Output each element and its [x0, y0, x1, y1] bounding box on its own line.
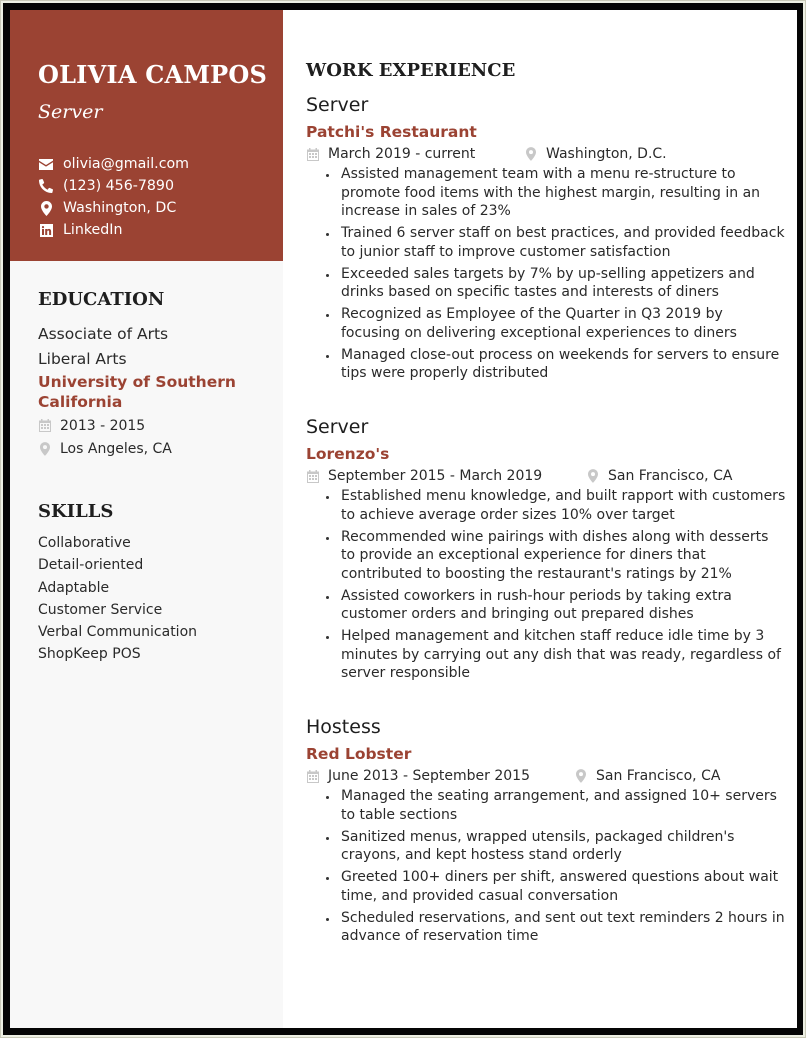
job-bullet: Assisted coworkers in rush-hour periods …: [326, 587, 786, 624]
phone-icon: [38, 178, 54, 194]
job-entry: Server Patchi's Restaurant March 2019 - …: [306, 93, 786, 386]
education-school: University of Southern California: [38, 373, 236, 411]
job-company: Patchi's Restaurant: [306, 123, 477, 141]
skill-item: Customer Service: [38, 601, 163, 618]
candidate-name: OLIVIA CAMPOS: [38, 60, 268, 89]
job-dates: September 2015 - March 2019: [328, 468, 543, 484]
job-dates: March 2019 - current: [328, 146, 476, 162]
job-bullets: Managed the seating arrangement, and ass…: [306, 787, 786, 946]
job-bullet: Recognized as Employee of the Quarter in…: [326, 305, 786, 342]
contact-linkedin-text: LinkedIn: [63, 222, 123, 238]
map-marker-icon: [38, 441, 52, 456]
envelope-icon: [38, 156, 54, 172]
page-frame: OLIVIA CAMPOS Server olivia@gmail.com (1…: [1, 1, 805, 1037]
map-marker-icon: [38, 200, 54, 216]
job-bullet: Assisted management team with a menu re-…: [326, 165, 786, 221]
job-company: Lorenzo's: [306, 445, 390, 463]
skills-list: Collaborative Detail-oriented Adaptable …: [38, 532, 197, 666]
contact-location-text: Washington, DC: [63, 200, 177, 216]
map-marker-icon: [586, 469, 600, 483]
contact-linkedin[interactable]: LinkedIn: [38, 219, 189, 241]
calendar-icon: [306, 147, 320, 161]
job-entry: Hostess Red Lobster June 2013 - Septembe…: [306, 715, 786, 949]
job-bullet: Helped management and kitchen staff redu…: [326, 627, 786, 683]
job-title: Server: [306, 416, 369, 438]
contact-phone-text: (123) 456-7890: [63, 178, 174, 194]
education-field: Liberal Arts: [38, 350, 127, 368]
skill-item: Verbal Communication: [38, 624, 198, 641]
job-location: San Francisco, CA: [608, 468, 733, 484]
job-bullet: Exceeded sales targets by 7% by up-selli…: [326, 265, 786, 302]
skill-item: Collaborative: [38, 535, 131, 551]
job-bullet: Scheduled reservations, and sent out tex…: [326, 909, 786, 946]
job-company: Red Lobster: [306, 745, 412, 763]
job-meta: June 2013 - September 2015 San Francisco…: [306, 765, 786, 787]
education-degree: Associate of Arts: [38, 325, 169, 343]
contact-email[interactable]: olivia@gmail.com: [38, 153, 189, 175]
skill-item: Adaptable: [38, 579, 110, 596]
job-location: San Francisco, CA: [596, 768, 721, 784]
contact-email-text: olivia@gmail.com: [63, 156, 189, 172]
job-bullet: Sanitized menus, wrapped utensils, packa…: [326, 828, 786, 865]
map-marker-icon: [574, 769, 588, 783]
calendar-icon: [38, 419, 52, 432]
candidate-role: Server: [38, 101, 103, 123]
education-section: Associate of Arts Liberal Arts Universit…: [38, 322, 278, 460]
calendar-icon: [306, 769, 320, 783]
education-heading: EDUCATION: [38, 289, 165, 310]
work-experience-heading: WORK EXPERIENCE: [306, 60, 516, 81]
map-marker-icon: [524, 147, 538, 161]
job-location: Washington, D.C.: [546, 146, 667, 162]
skill-item: ShopKeep POS: [38, 646, 141, 663]
sidebar: OLIVIA CAMPOS Server olivia@gmail.com (1…: [10, 10, 283, 1028]
job-bullet: Recommended wine pairings with dishes al…: [326, 528, 786, 584]
job-bullet: Established menu knowledge, and built ra…: [326, 487, 786, 524]
contact-list: olivia@gmail.com (123) 456-7890 Washingt…: [38, 153, 189, 241]
job-title: Server: [306, 94, 369, 116]
job-bullets: Established menu knowledge, and built ra…: [306, 487, 786, 683]
job-entry: Server Lorenzo's September 2015 - March …: [306, 415, 786, 686]
job-bullet: Managed close-out process on weekends fo…: [326, 346, 786, 383]
job-bullet: Managed the seating arrangement, and ass…: [326, 787, 786, 824]
education-location: Los Angeles, CA: [38, 437, 278, 460]
skill-item: Detail-oriented: [38, 557, 144, 574]
job-meta: March 2019 - current Washington, D.C.: [306, 143, 786, 165]
education-location-text: Los Angeles, CA: [60, 440, 172, 457]
education-dates-text: 2013 - 2015: [60, 417, 146, 434]
job-bullets: Assisted management team with a menu re-…: [306, 165, 786, 383]
job-title: Hostess: [306, 716, 381, 738]
contact-phone[interactable]: (123) 456-7890: [38, 175, 189, 197]
job-meta: September 2015 - March 2019 San Francisc…: [306, 465, 786, 487]
profile-header: OLIVIA CAMPOS Server olivia@gmail.com (1…: [10, 10, 283, 261]
job-dates: June 2013 - September 2015: [328, 768, 530, 784]
job-bullet: Greeted 100+ diners per shift, answered …: [326, 868, 786, 905]
resume-page: OLIVIA CAMPOS Server olivia@gmail.com (1…: [10, 10, 797, 1028]
contact-location: Washington, DC: [38, 197, 189, 219]
linkedin-icon: [38, 222, 54, 238]
calendar-icon: [306, 469, 320, 483]
skills-heading: SKILLS: [38, 501, 114, 522]
job-bullet: Trained 6 server staff on best practices…: [326, 224, 786, 261]
education-dates: 2013 - 2015: [38, 414, 278, 437]
